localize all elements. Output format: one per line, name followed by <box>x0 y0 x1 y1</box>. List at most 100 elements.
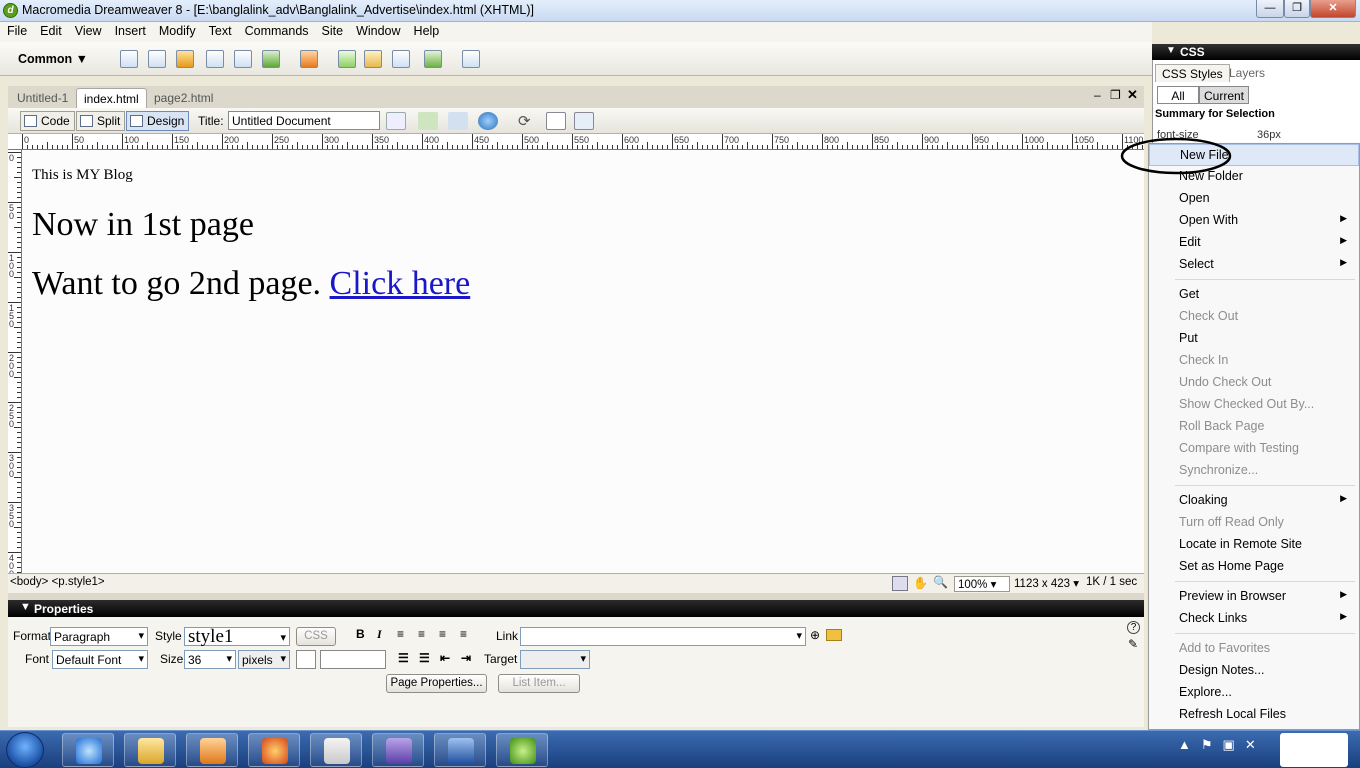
taskbar-button-word[interactable] <box>434 733 486 767</box>
network-icon[interactable]: ▣ <box>1223 737 1235 752</box>
media-icon[interactable] <box>300 50 318 68</box>
doc-restore-icon[interactable]: ❐ <box>1110 88 1121 102</box>
design-view-button[interactable]: Design <box>126 111 190 131</box>
tag-chooser-icon[interactable] <box>462 50 480 68</box>
menu-window[interactable]: Window <box>349 22 406 38</box>
layer-icon[interactable] <box>234 50 252 68</box>
validate-icon[interactable] <box>386 112 406 130</box>
zoom-tool-icon[interactable]: 🔍 <box>933 575 948 589</box>
click-here-link[interactable]: Click here <box>330 265 471 302</box>
menu-commands[interactable]: Commands <box>238 22 315 38</box>
zoom-select[interactable]: 100% ▾ <box>954 576 1010 592</box>
menu-item-check-links[interactable]: Check Links ▶ <box>1149 608 1359 630</box>
menu-edit[interactable]: Edit <box>33 22 68 38</box>
menu-item-set-as-home-page[interactable]: Set as Home Page <box>1149 556 1359 578</box>
menu-item-turn-off-read-only[interactable]: Turn off Read Only <box>1149 512 1359 534</box>
server-side-include-icon[interactable] <box>364 50 382 68</box>
close-button[interactable]: ✕ <box>1310 0 1356 18</box>
align-center-icon[interactable]: ≡ <box>418 627 425 641</box>
list-item-button[interactable]: List Item... <box>498 674 580 693</box>
visual-aids-icon[interactable] <box>574 112 594 130</box>
globe-icon[interactable] <box>478 112 498 130</box>
menu-item-select[interactable]: Select ▶ <box>1149 254 1359 276</box>
clock-area[interactable] <box>1280 733 1348 767</box>
select-tool-icon[interactable] <box>892 576 908 591</box>
size-select[interactable]: 36 <box>184 650 236 669</box>
menu-item-open-with[interactable]: Open With ▶ <box>1149 210 1359 232</box>
menu-item-cloaking[interactable]: Cloaking ▶ <box>1149 490 1359 512</box>
insert-category-dropdown[interactable]: Common ▼ <box>18 52 88 66</box>
document-title-input[interactable] <box>228 111 380 130</box>
text-color-input[interactable] <box>320 650 386 669</box>
menu-item-compare-with-testing[interactable]: Compare with Testing <box>1149 438 1359 460</box>
help-icon[interactable]: ? <box>1127 621 1140 634</box>
menu-item-check-out[interactable]: Check Out <box>1149 306 1359 328</box>
menu-item-put[interactable]: Put <box>1149 328 1359 350</box>
menu-item-get[interactable]: Get <box>1149 284 1359 306</box>
unordered-list-icon[interactable]: ☰ <box>398 651 409 665</box>
tab-index-html[interactable]: index.html <box>76 88 147 108</box>
menu-text[interactable]: Text <box>202 22 238 38</box>
text-color-swatch[interactable] <box>296 650 316 669</box>
menu-item-preview-in-browser[interactable]: Preview in Browser ▶ <box>1149 586 1359 608</box>
taskbar-button-media-player[interactable] <box>186 733 238 767</box>
current-mode-button[interactable]: Current <box>1199 86 1249 104</box>
tab-page2-html[interactable]: page2.html <box>147 88 220 108</box>
start-button[interactable] <box>6 732 44 768</box>
point-to-file-icon[interactable]: ⊕ <box>810 628 820 642</box>
menu-site[interactable]: Site <box>315 22 350 38</box>
code-view-button[interactable]: Code <box>20 111 75 131</box>
email-link-icon[interactable] <box>148 50 166 68</box>
target-select[interactable] <box>520 650 590 669</box>
hand-tool-icon[interactable]: ✋ <box>913 576 928 590</box>
css-button[interactable]: CSS <box>296 627 336 646</box>
maximize-button[interactable]: ❐ <box>1284 0 1310 18</box>
taskbar-button-internet-explorer[interactable] <box>62 733 114 767</box>
menu-item-roll-back-page[interactable]: Roll Back Page <box>1149 416 1359 438</box>
doc-close-icon[interactable]: ✕ <box>1127 87 1138 103</box>
image-icon[interactable] <box>262 50 280 68</box>
italic-button[interactable]: I <box>377 627 382 642</box>
quick-tag-editor-icon[interactable]: ✎ <box>1128 637 1138 651</box>
menu-item-add-to-favorites[interactable]: Add to Favorites <box>1149 638 1359 660</box>
unit-select[interactable]: pixels <box>238 650 290 669</box>
tab-untitled-1[interactable]: Untitled-1 <box>10 88 75 108</box>
preview-debug-icon[interactable] <box>448 112 468 130</box>
link-input[interactable] <box>520 627 806 646</box>
action-center-flag-icon[interactable]: ⚑ <box>1201 737 1213 752</box>
view-options-icon[interactable] <box>546 112 566 130</box>
window-size-select[interactable]: 1123 x 423 ▾ <box>1014 576 1079 590</box>
show-hidden-icons-icon[interactable]: ▲ <box>1178 737 1191 752</box>
menu-insert[interactable]: Insert <box>108 22 152 38</box>
page-properties-button[interactable]: Page Properties... <box>386 674 487 693</box>
bold-button[interactable]: B <box>356 627 365 641</box>
menu-view[interactable]: View <box>68 22 108 38</box>
menu-item-synchronize[interactable]: Synchronize... <box>1149 460 1359 482</box>
tab-layers[interactable]: Layers <box>1223 64 1271 82</box>
taskbar-button-firefox[interactable] <box>248 733 300 767</box>
head-content-icon[interactable] <box>424 50 442 68</box>
font-select[interactable]: Default Font <box>52 650 148 669</box>
menu-file[interactable]: File <box>0 22 33 38</box>
style-select[interactable]: style1 <box>184 627 290 647</box>
taskbar-button-dreamweaver[interactable] <box>496 733 548 767</box>
doc-minimize-icon[interactable]: – <box>1094 88 1101 102</box>
indent-icon[interactable]: ⇥ <box>461 651 471 665</box>
taskbar-button-paint[interactable] <box>310 733 362 767</box>
minimize-button[interactable]: — <box>1256 0 1284 18</box>
menu-modify[interactable]: Modify <box>152 22 202 38</box>
css-panel-header[interactable]: ▼ CSS <box>1152 44 1360 60</box>
ordered-list-icon[interactable]: ☰ <box>419 651 430 665</box>
menu-item-refresh-local-files[interactable]: Refresh Local Files <box>1149 704 1359 726</box>
tab-css-styles[interactable]: CSS Styles <box>1155 64 1230 82</box>
all-mode-button[interactable]: All <box>1157 86 1199 104</box>
menu-item-undo-check-out[interactable]: Undo Check Out <box>1149 372 1359 394</box>
align-left-icon[interactable]: ≡ <box>397 627 404 641</box>
refresh-icon[interactable]: ⟳ <box>518 112 538 130</box>
outdent-icon[interactable]: ⇤ <box>440 651 450 665</box>
volume-muted-icon[interactable]: ✕ <box>1245 737 1256 752</box>
menu-item-show-checked-out-by[interactable]: Show Checked Out By... <box>1149 394 1359 416</box>
format-select[interactable]: Paragraph <box>50 627 148 646</box>
panel-splitter[interactable] <box>8 593 1144 600</box>
split-view-button[interactable]: Split <box>76 111 126 131</box>
